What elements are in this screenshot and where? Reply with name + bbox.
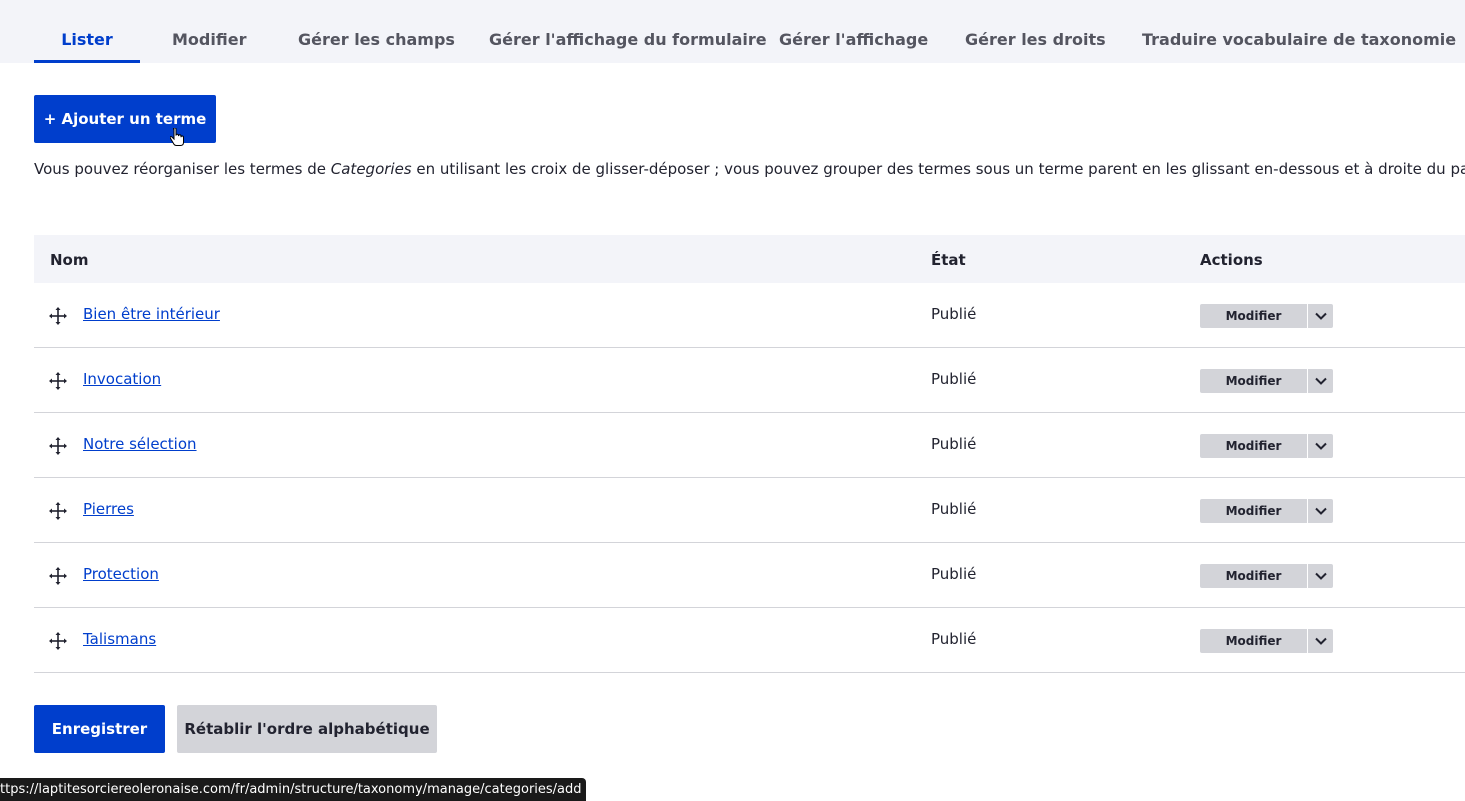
term-name-link[interactable]: Invocation: [83, 370, 161, 388]
drag-handle-icon[interactable]: [48, 371, 68, 391]
drag-handle-icon[interactable]: [48, 566, 68, 586]
operations-dropbutton: Modifier: [1200, 434, 1333, 458]
drag-handle-icon[interactable]: [48, 306, 68, 326]
chevron-down-icon[interactable]: [1307, 629, 1333, 653]
edit-term-button[interactable]: Modifier: [1200, 434, 1307, 458]
chevron-down-icon[interactable]: [1307, 434, 1333, 458]
drag-handle-icon[interactable]: [48, 501, 68, 521]
tab-gerer-affichage[interactable]: Gérer l'affichage: [779, 0, 928, 63]
term-state: Publié: [931, 630, 977, 648]
chevron-down-icon[interactable]: [1307, 564, 1333, 588]
operations-dropbutton: Modifier: [1200, 369, 1333, 393]
save-button[interactable]: Enregistrer: [34, 705, 165, 753]
edit-term-button[interactable]: Modifier: [1200, 369, 1307, 393]
term-name-link[interactable]: Protection: [83, 565, 159, 583]
table-row: Pierres Publié Modifier: [34, 478, 1465, 543]
help-text-after: en utilisant les croix de glisser-dépose…: [411, 160, 1465, 178]
link-status-bar: ttps://laptitesorciereoleronaise.com/fr/…: [0, 778, 586, 801]
chevron-down-icon[interactable]: [1307, 304, 1333, 328]
term-name-link[interactable]: Notre sélection: [83, 435, 197, 453]
tab-gerer-champs[interactable]: Gérer les champs: [298, 0, 455, 63]
tab-gerer-droits[interactable]: Gérer les droits: [965, 0, 1106, 63]
table-row: Talismans Publié Modifier: [34, 608, 1465, 673]
term-state: Publié: [931, 500, 977, 518]
chevron-down-icon[interactable]: [1307, 499, 1333, 523]
table-body: Bien être intérieur Publié Modifier Invocat…: [34, 283, 1465, 673]
term-state: Publié: [931, 305, 977, 323]
terms-table: Nom État Actions Bien être intérieur Publ…: [34, 235, 1465, 673]
drag-handle-icon[interactable]: [48, 631, 68, 651]
table-row: Bien être intérieur Publié Modifier: [34, 283, 1465, 348]
term-name-link[interactable]: Talismans: [83, 630, 156, 648]
table-row: Invocation Publié Modifier: [34, 348, 1465, 413]
add-term-button[interactable]: + Ajouter un terme: [34, 95, 216, 143]
column-header-state: État: [931, 251, 966, 269]
column-header-name: Nom: [50, 251, 89, 269]
term-state: Publié: [931, 370, 977, 388]
tab-gerer-affichage-formulaire[interactable]: Gérer l'affichage du formulaire: [489, 0, 767, 63]
edit-term-button[interactable]: Modifier: [1200, 564, 1307, 588]
tab-traduire-vocabulaire[interactable]: Traduire vocabulaire de taxonomie: [1142, 0, 1456, 63]
term-state: Publié: [931, 565, 977, 583]
edit-term-button[interactable]: Modifier: [1200, 629, 1307, 653]
edit-term-button[interactable]: Modifier: [1200, 499, 1307, 523]
tab-lister[interactable]: Lister: [34, 0, 140, 63]
help-text: Vous pouvez réorganiser les termes de Ca…: [34, 160, 1465, 178]
help-text-before: Vous pouvez réorganiser les termes de: [34, 160, 331, 178]
operations-dropbutton: Modifier: [1200, 304, 1333, 328]
operations-dropbutton: Modifier: [1200, 499, 1333, 523]
edit-term-button[interactable]: Modifier: [1200, 304, 1307, 328]
table-row: Notre sélection Publié Modifier: [34, 413, 1465, 478]
operations-dropbutton: Modifier: [1200, 629, 1333, 653]
operations-dropbutton: Modifier: [1200, 564, 1333, 588]
term-name-link[interactable]: Bien être intérieur: [83, 305, 220, 323]
secondary-tabs: Lister Modifier Gérer les champs Gérer l…: [0, 0, 1465, 63]
table-row: Protection Publié Modifier: [34, 543, 1465, 608]
term-state: Publié: [931, 435, 977, 453]
term-name-link[interactable]: Pierres: [83, 500, 134, 518]
drag-handle-icon[interactable]: [48, 436, 68, 456]
table-header: Nom État Actions: [34, 235, 1465, 283]
tab-modifier[interactable]: Modifier: [172, 0, 246, 63]
vocabulary-name: Categories: [330, 160, 412, 178]
reset-alphabetical-button[interactable]: Rétablir l'ordre alphabétique: [177, 705, 437, 753]
column-header-actions: Actions: [1200, 251, 1263, 269]
chevron-down-icon[interactable]: [1307, 369, 1333, 393]
hand-cursor-icon: [170, 128, 184, 146]
